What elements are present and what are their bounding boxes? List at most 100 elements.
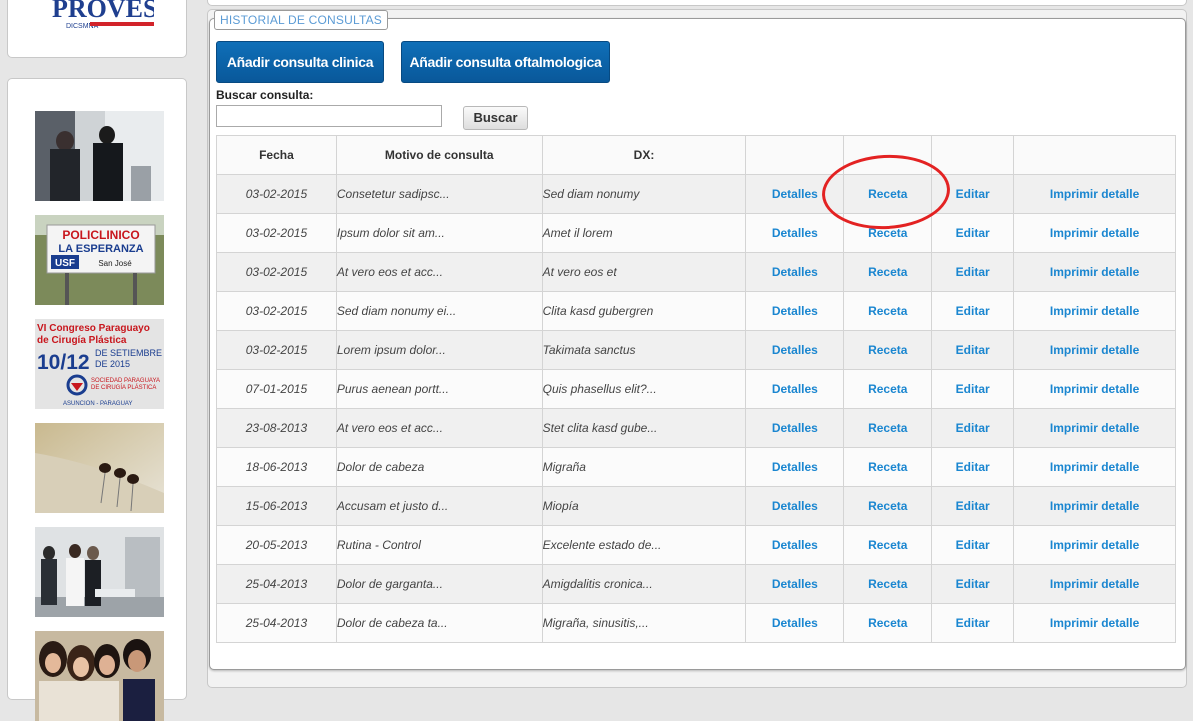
cell-reason: At vero eos et acc... — [335, 408, 543, 448]
search-button[interactable]: Buscar — [463, 106, 528, 130]
recipe-link[interactable]: Receta — [868, 421, 907, 435]
cell-reason: Sed diam nonumy ei... — [335, 291, 543, 331]
details-link[interactable]: Detalles — [772, 382, 818, 396]
svg-text:San José: San José — [98, 259, 132, 268]
provesor-logo: PROVESOR 600 DICSMNA — [52, 0, 154, 30]
recipe-link[interactable]: Receta — [868, 538, 907, 552]
details-link[interactable]: Detalles — [772, 538, 818, 552]
svg-text:VI Congreso Paraguayo: VI Congreso Paraguayo — [37, 323, 150, 334]
edit-link[interactable]: Editar — [956, 382, 990, 396]
cell-dx: Amigdalitis cronica... — [541, 564, 747, 604]
cell-reason: Rutina - Control — [335, 525, 543, 565]
add-ophthalmology-consult-button[interactable]: Añadir consulta oftalmologica — [401, 41, 610, 83]
print-details-link[interactable]: Imprimir detalle — [1050, 382, 1139, 396]
edit-link[interactable]: Editar — [956, 304, 990, 318]
print-details-link[interactable]: Imprimir detalle — [1050, 187, 1139, 201]
add-clinical-consult-button[interactable]: Añadir consulta clinica — [216, 41, 384, 83]
cell-dx: Miopía — [541, 486, 747, 526]
cell-dx: Migraña, sinusitis,... — [541, 603, 747, 643]
edit-link[interactable]: Editar — [956, 538, 990, 552]
photo-policlinico-sign[interactable]: POLICLINICO LA ESPERANZA USF San José — [35, 215, 164, 305]
table-header-row: Fecha Motivo de consulta DX: — [216, 135, 1176, 175]
photo-hallway-visit[interactable] — [35, 111, 164, 201]
print-details-link[interactable]: Imprimir detalle — [1050, 265, 1139, 279]
details-link[interactable]: Detalles — [772, 421, 818, 435]
svg-text:DE SETIEMBRE: DE SETIEMBRE — [95, 348, 162, 358]
details-link[interactable]: Detalles — [772, 226, 818, 240]
cell-dx: At vero eos et — [541, 252, 747, 292]
photo-congreso-poster[interactable]: VI Congreso Paraguayo de Cirugía Plástic… — [35, 319, 164, 409]
cell-date: 03-02-2015 — [216, 174, 337, 214]
print-details-link[interactable]: Imprimir detalle — [1050, 421, 1139, 435]
details-link[interactable]: Detalles — [772, 577, 818, 591]
print-details-link[interactable]: Imprimir detalle — [1050, 343, 1139, 357]
svg-text:DE 2015: DE 2015 — [95, 359, 130, 369]
cell-date: 07-01-2015 — [216, 369, 337, 409]
cell-dx: Amet il lorem — [541, 213, 747, 253]
details-link[interactable]: Detalles — [772, 616, 818, 630]
cell-reason: Purus aenean portt... — [335, 369, 543, 409]
print-details-link[interactable]: Imprimir detalle — [1050, 304, 1139, 318]
photo-acupuncture[interactable] — [35, 423, 164, 513]
edit-link[interactable]: Editar — [956, 616, 990, 630]
edit-link[interactable]: Editar — [956, 226, 990, 240]
details-link[interactable]: Detalles — [772, 460, 818, 474]
details-link[interactable]: Detalles — [772, 265, 818, 279]
edit-link[interactable]: Editar — [956, 265, 990, 279]
recipe-link[interactable]: Receta — [868, 304, 907, 318]
print-details-link[interactable]: Imprimir detalle — [1050, 538, 1139, 552]
cell-date: 15-06-2013 — [216, 486, 337, 526]
details-link[interactable]: Detalles — [772, 187, 818, 201]
recipe-link[interactable]: Receta — [868, 499, 907, 513]
table-row: 03-02-2015 At vero eos et acc... At vero… — [216, 252, 1176, 292]
recipe-link[interactable]: Receta — [868, 616, 907, 630]
recipe-link[interactable]: Receta — [868, 577, 907, 591]
details-link[interactable]: Detalles — [772, 499, 818, 513]
edit-link[interactable]: Editar — [956, 499, 990, 513]
recipe-link[interactable]: Receta — [868, 187, 907, 201]
edit-link[interactable]: Editar — [956, 421, 990, 435]
cell-dx: Migraña — [541, 447, 747, 487]
cell-reason: At vero eos et acc... — [335, 252, 543, 292]
recipe-link[interactable]: Receta — [868, 460, 907, 474]
svg-text:USF: USF — [55, 258, 75, 269]
cell-reason: Dolor de garganta... — [335, 564, 543, 604]
edit-link[interactable]: Editar — [956, 460, 990, 474]
header-empty — [843, 135, 933, 175]
svg-text:ASUNCION - PARAGUAY: ASUNCION - PARAGUAY — [63, 401, 132, 407]
svg-text:10/12: 10/12 — [37, 351, 90, 374]
recipe-link[interactable]: Receta — [868, 265, 907, 279]
edit-link[interactable]: Editar — [956, 187, 990, 201]
table-row: 03-02-2015 Consetetur sadipsc... Sed dia… — [216, 174, 1176, 214]
consult-history-table: Fecha Motivo de consulta DX: 03-02-2015 … — [216, 135, 1176, 643]
print-details-link[interactable]: Imprimir detalle — [1050, 577, 1139, 591]
cell-dx: Takimata sanctus — [541, 330, 747, 370]
details-link[interactable]: Detalles — [772, 343, 818, 357]
print-details-link[interactable]: Imprimir detalle — [1050, 460, 1139, 474]
search-label: Buscar consulta: — [216, 88, 314, 102]
edit-link[interactable]: Editar — [956, 343, 990, 357]
svg-text:POLICLINICO: POLICLINICO — [62, 228, 139, 242]
cell-date: 03-02-2015 — [216, 213, 337, 253]
table-row: 25-04-2013 Dolor de garganta... Amigdali… — [216, 564, 1176, 604]
table-row: 25-04-2013 Dolor de cabeza ta... Migraña… — [216, 603, 1176, 643]
recipe-link[interactable]: Receta — [868, 226, 907, 240]
cell-reason: Ipsum dolor sit am... — [335, 213, 543, 253]
print-details-link[interactable]: Imprimir detalle — [1050, 616, 1139, 630]
cell-dx: Sed diam nonumy — [541, 174, 747, 214]
search-input[interactable] — [216, 105, 442, 127]
table-row: 15-06-2013 Accusam et justo d... Miopía … — [216, 486, 1176, 526]
details-link[interactable]: Detalles — [772, 304, 818, 318]
cell-dx: Stet clita kasd gube... — [541, 408, 747, 448]
recipe-link[interactable]: Receta — [868, 382, 907, 396]
edit-link[interactable]: Editar — [956, 577, 990, 591]
cell-date: 03-02-2015 — [216, 252, 337, 292]
table-row: 03-02-2015 Sed diam nonumy ei... Clita k… — [216, 291, 1176, 331]
cell-reason: Lorem ipsum dolor... — [335, 330, 543, 370]
recipe-link[interactable]: Receta — [868, 343, 907, 357]
print-details-link[interactable]: Imprimir detalle — [1050, 499, 1139, 513]
photo-group-women[interactable] — [35, 631, 164, 721]
print-details-link[interactable]: Imprimir detalle — [1050, 226, 1139, 240]
photo-xray-room[interactable] — [35, 527, 164, 617]
header-dx: DX: — [541, 135, 747, 175]
